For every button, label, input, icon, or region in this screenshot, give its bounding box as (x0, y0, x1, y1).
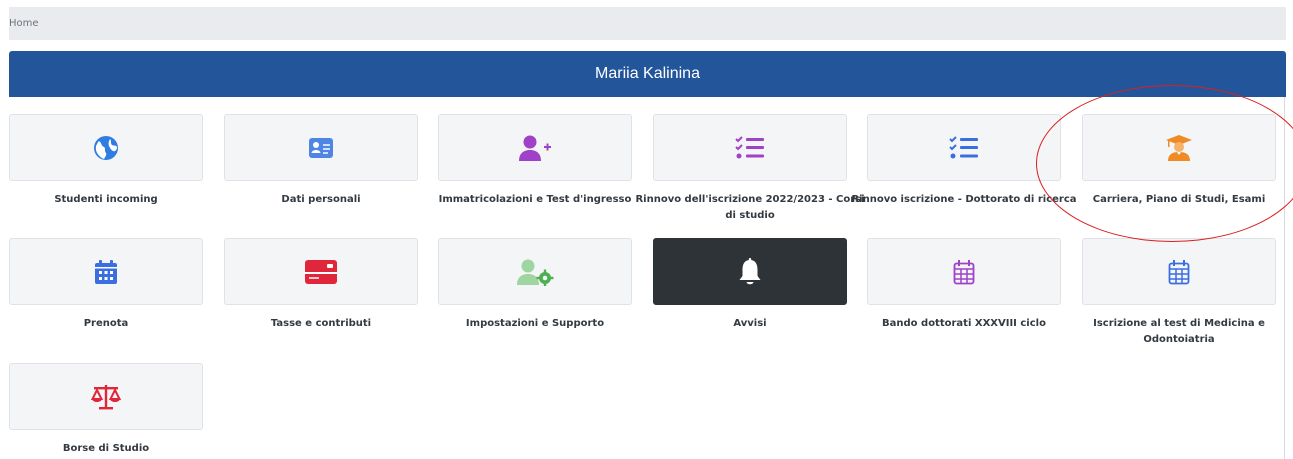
tile-prenota[interactable] (9, 238, 203, 305)
tile-immatricolazioni[interactable] (438, 114, 632, 181)
id-card-icon (309, 137, 333, 158)
calendar-icon (95, 259, 117, 284)
tile-label: Avvisi (733, 318, 767, 329)
tile-iscrizione-test-medicina[interactable] (1082, 238, 1276, 305)
tile-label: Carriera, Piano di Studi, Esami (1092, 194, 1266, 205)
tile-impostazioni[interactable] (438, 238, 632, 305)
user-gear-icon (517, 259, 554, 286)
tile-tasse[interactable] (224, 238, 418, 305)
tile-label: Bando dottorati XXXVIII ciclo (882, 318, 1046, 329)
tile-label: Immatricolazioni e Test d'ingresso (438, 194, 632, 205)
tile-rinnovo-dottorato[interactable] (867, 114, 1061, 181)
tile-label: Rinnovo dell'iscrizione 2022/2023 - Cors… (635, 194, 865, 221)
graduate-icon (1166, 134, 1192, 161)
breadcrumb: Home (9, 7, 1286, 40)
tile-bando-dottorati[interactable] (867, 238, 1061, 305)
tile-label: Tasse e contributi (270, 318, 372, 329)
breadcrumb-home-link[interactable]: Home (9, 18, 39, 29)
calendar-grid-icon (1168, 259, 1190, 284)
checklist-icon (735, 135, 764, 158)
credit-card-icon (305, 259, 337, 284)
tile-label: Impostazioni e Supporto (465, 318, 605, 329)
tile-label: Prenota (83, 318, 129, 329)
page-header: Mariia Kalinina (9, 51, 1286, 97)
content-border (1284, 97, 1285, 459)
tile-rinnovo-iscrizione-corsi[interactable] (653, 114, 847, 181)
tile-studenti-incoming[interactable] (9, 114, 203, 181)
tile-dati-personali[interactable] (224, 114, 418, 181)
tile-label: Borse di Studio (62, 443, 150, 454)
calendar-grid-icon (953, 259, 975, 284)
tile-label: Iscrizione al test di Medicina e Odontoi… (1093, 318, 1265, 345)
page-title: Mariia Kalinina (595, 65, 700, 82)
checklist-icon (949, 135, 978, 158)
tile-label: Rinnovo iscrizione - Dottorato di ricerc… (851, 194, 1077, 205)
tile-avvisi[interactable] (653, 238, 847, 305)
user-plus-icon (519, 135, 551, 161)
tile-label: Dati personali (281, 194, 361, 205)
tile-label: Studenti incoming (54, 194, 158, 205)
bell-icon (739, 257, 761, 284)
tile-borse-di-studio[interactable] (9, 363, 203, 430)
tile-carriera[interactable] (1082, 114, 1276, 181)
globe-icon (94, 135, 118, 160)
scales-icon (91, 384, 121, 409)
